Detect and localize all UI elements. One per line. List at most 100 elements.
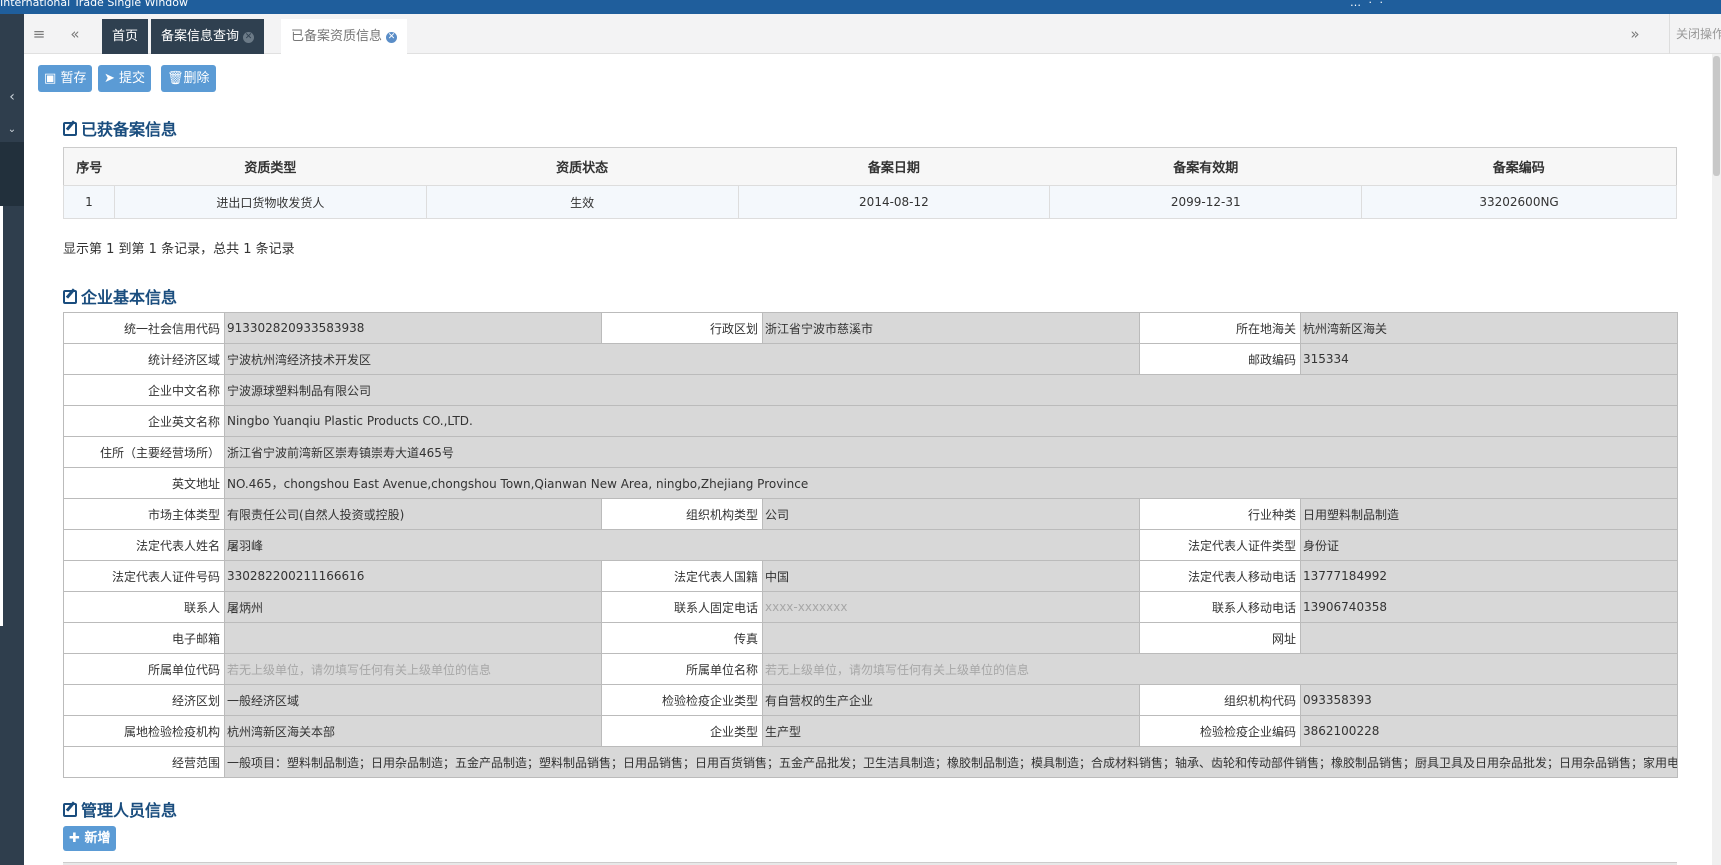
ciq-code-field[interactable]: 3862100228 — [1300, 715, 1678, 747]
scroll-tabs-left-icon[interactable]: « — [60, 14, 90, 54]
col-header-date[interactable]: 备案日期 — [738, 147, 1050, 186]
close-tab-icon[interactable]: ✕ — [386, 32, 398, 43]
trash-icon: 🗑 — [167, 71, 184, 86]
form-row: 法定代表人姓名 屠羽峰 法定代表人证件类型 身份证 — [63, 529, 1678, 561]
submit-label: 提交 — [119, 71, 146, 86]
field-label: 市场主体类型 — [63, 498, 225, 530]
tab-label: 已备案资质信息 — [291, 29, 383, 44]
fax-field[interactable] — [762, 622, 1140, 654]
table-header-row: 序号 资质类型 资质状态 备案日期 备案有效期 备案编码 — [63, 147, 1677, 186]
contact-phone-field[interactable]: xxxx-xxxxxxx — [762, 591, 1140, 623]
section-title-text: 管理人员信息 — [81, 801, 178, 820]
section-title-basic: 企业基本信息 — [63, 284, 177, 308]
records-table: 序号 资质类型 资质状态 备案日期 备案有效期 备案编码 1 进出口货物收发货人… — [63, 147, 1677, 219]
field-label: 企业类型 — [601, 715, 763, 747]
field-label: 组织机构代码 — [1139, 684, 1301, 716]
section-title-text: 已获备案信息 — [81, 120, 178, 139]
cn-name-field[interactable]: 宁波源球塑料制品有限公司 — [224, 374, 1678, 406]
sidebar-chevron-icon[interactable]: ⌄ — [0, 124, 24, 144]
en-name-field[interactable]: Ningbo Yuanqiu Plastic Products CO.,LTD. — [224, 405, 1678, 437]
ciq-org-field[interactable]: 杭州湾新区海关本部 — [224, 715, 602, 747]
website-field[interactable] — [1300, 622, 1678, 654]
econ-zone-field[interactable]: 宁波杭州湾经济技术开发区 — [224, 343, 1140, 375]
section-title-records: 已获备案信息 — [63, 116, 177, 140]
col-header-status[interactable]: 资质状态 — [426, 147, 739, 186]
ciq-type-field[interactable]: 有自营权的生产企业 — [762, 684, 1140, 716]
add-manager-button[interactable]: ✚ 新增 — [63, 826, 117, 851]
field-label: 经营范围 — [63, 746, 225, 778]
submit-button[interactable]: ➤ 提交 — [98, 65, 152, 92]
close-operations-dropdown[interactable]: 关闭操作 ▾ — [1669, 14, 1721, 54]
table-cell: 生效 — [425, 185, 739, 219]
org-code-field[interactable]: 093358393 — [1300, 684, 1678, 716]
scroll-tabs-right-icon[interactable]: » — [1620, 14, 1650, 54]
edit-icon — [63, 122, 77, 136]
postcode-field[interactable]: 315334 — [1300, 343, 1678, 375]
col-header-code[interactable]: 备案编码 — [1361, 147, 1677, 186]
tab-home[interactable]: 首页 — [102, 19, 149, 54]
col-header-type[interactable]: 资质类型 — [114, 147, 427, 186]
parent-code-field[interactable]: 若无上级单位，请勿填写任何有关上级单位的信息 — [224, 653, 602, 685]
form-row: 统计经济区域 宁波杭州湾经济技术开发区 邮政编码 315334 — [63, 343, 1678, 375]
legal-nation-field[interactable]: 中国 — [762, 560, 1140, 592]
pagination-info: 显示第 1 到第 1 条记录，总共 1 条记录 — [63, 242, 295, 257]
legal-id-type-field[interactable]: 身份证 — [1300, 529, 1678, 561]
form-row: 属地检验检疫机构 杭州湾新区海关本部 企业类型 生产型 检验检疫企业编码 386… — [63, 715, 1678, 747]
save-draft-button[interactable]: ▣ 暂存 — [38, 65, 93, 92]
field-label: 属地检验检疫机构 — [63, 715, 225, 747]
field-label: 所属单位代码 — [63, 653, 225, 685]
industry-field[interactable]: 日用塑料制品制造 — [1300, 498, 1678, 530]
en-address-field[interactable]: NO.465，chongshou East Avenue,chongshou T… — [224, 467, 1678, 499]
collapse-sidebar-icon[interactable]: ‹ — [0, 82, 24, 112]
form-row: 英文地址 NO.465，chongshou East Avenue,chongs… — [63, 467, 1678, 499]
col-header-index[interactable]: 序号 — [63, 147, 115, 186]
scrollbar-thumb[interactable] — [1713, 56, 1720, 176]
credit-code-field[interactable]: 913302820933583938 — [224, 312, 602, 344]
customs-field[interactable]: 杭州湾新区海关 — [1300, 312, 1678, 344]
tab-bar: ≡ « 首页 备案信息查询✕ 已备案资质信息✕ » 关闭操作 ▾ — [24, 14, 1721, 54]
tab-filing-query[interactable]: 备案信息查询 ✕ — [151, 19, 265, 54]
delete-button[interactable]: 🗑删除 — [161, 65, 216, 92]
edit-icon — [63, 803, 77, 817]
col-header-valid[interactable]: 备案有效期 — [1049, 147, 1362, 186]
field-label: 行业种类 — [1139, 498, 1301, 530]
section-title-text: 企业基本信息 — [81, 288, 178, 307]
left-sidebar: ‹ ⌄ — [0, 14, 24, 865]
ent-type-field[interactable]: 生产型 — [762, 715, 1140, 747]
send-icon: ➤ — [104, 71, 115, 86]
org-type-field[interactable]: 公司 — [762, 498, 1140, 530]
legal-id-no-field[interactable]: 330282200211166616 — [224, 560, 602, 592]
market-type-field[interactable]: 有限责任公司(自然人投资或控股) — [224, 498, 602, 530]
close-tab-icon[interactable]: ✕ — [243, 32, 255, 43]
field-label: 传真 — [601, 622, 763, 654]
email-field[interactable] — [224, 622, 602, 654]
tab-filed-qualifications[interactable]: 已备案资质信息 ✕ — [281, 19, 408, 54]
form-row: 企业英文名称 Ningbo Yuanqiu Plastic Products C… — [63, 405, 1678, 437]
field-label: 联系人移动电话 — [1139, 591, 1301, 623]
sidebar-panel-edge — [0, 206, 3, 626]
address-field[interactable]: 浙江省宁波前湾新区崇寿镇崇寿大道465号 — [224, 436, 1678, 468]
legal-mobile-field[interactable]: 13777184992 — [1300, 560, 1678, 592]
sidebar-active-item[interactable] — [0, 142, 24, 206]
field-label: 法定代表人姓名 — [63, 529, 225, 561]
table-row[interactable]: 1 进出口货物收发货人 生效 2014-08-12 2099-12-31 332… — [63, 185, 1677, 219]
field-label: 行政区划 — [601, 312, 763, 344]
legal-name-field[interactable]: 屠羽峰 — [224, 529, 1140, 561]
field-label: 统计经济区域 — [63, 343, 225, 375]
tab-label: 备案信息查询 — [161, 29, 240, 44]
field-label: 联系人固定电话 — [601, 591, 763, 623]
parent-name-field[interactable]: 若无上级单位，请勿填写任何有关上级单位的信息 — [762, 653, 1678, 685]
field-label: 企业英文名称 — [63, 405, 225, 437]
contact-mobile-field[interactable]: 13906740358 — [1300, 591, 1678, 623]
field-label: 所属单位名称 — [601, 653, 763, 685]
page-scrollbar[interactable] — [1712, 54, 1721, 865]
contact-field[interactable]: 屠炳州 — [224, 591, 602, 623]
form-row: 住所（主要经营场所） 浙江省宁波前湾新区崇寿镇崇寿大道465号 — [63, 436, 1678, 468]
tab-label: 首页 — [112, 29, 139, 44]
econ-region-field[interactable]: 一般经济区域 — [224, 684, 602, 716]
field-label: 检验检疫企业类型 — [601, 684, 763, 716]
region-field[interactable]: 浙江省宁波市慈溪市 — [762, 312, 1140, 344]
app-title: International Trade Single Window — [0, 0, 188, 9]
business-scope-field[interactable]: 一般项目：塑料制品制造；日用杂品制造；五金产品制造；塑料制品销售；日用品销售；日… — [224, 746, 1678, 778]
menu-icon[interactable]: ≡ — [24, 14, 54, 54]
